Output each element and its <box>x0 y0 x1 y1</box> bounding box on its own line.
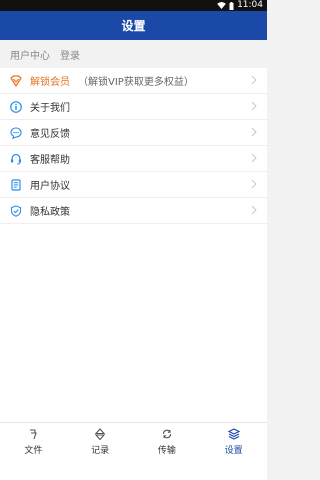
shield-icon <box>10 204 22 217</box>
file-tab-icon <box>26 427 40 441</box>
headset-icon <box>10 153 22 165</box>
wifi-icon <box>217 2 226 9</box>
tab-label: 文件 <box>24 446 43 456</box>
menu-item-label: 客服帮助 <box>30 155 70 166</box>
document-icon <box>10 178 22 191</box>
menu-item-feedback[interactable]: 意见反馈 <box>0 120 267 146</box>
user-center-label: 用户中心 <box>10 50 50 62</box>
menu-item-privacy-policy[interactable]: 隐私政策 <box>0 198 267 224</box>
chevron-right-icon <box>251 75 257 85</box>
menu-item-unlock-vip[interactable]: 解锁会员 （解锁VIP获取更多权益） <box>0 68 267 94</box>
chevron-right-icon <box>251 101 257 111</box>
menu-item-subtitle: （解锁VIP获取更多权益） <box>78 77 194 88</box>
login-link[interactable]: 登录 <box>60 47 80 62</box>
chevron-right-icon <box>251 153 257 163</box>
page-title: 设置 <box>121 19 146 33</box>
chat-bubble-icon <box>10 126 22 139</box>
menu-item-label: 意见反馈 <box>30 129 70 140</box>
vip-badge-icon <box>10 74 22 87</box>
record-tab-icon <box>93 427 107 441</box>
menu-item-user-agreement[interactable]: 用户协议 <box>0 172 267 198</box>
bottom-tab-bar: 文件 记录 传输 设置 <box>0 422 267 480</box>
tab-label: 传输 <box>157 446 176 456</box>
tab-files[interactable]: 文件 <box>0 423 67 480</box>
tab-settings[interactable]: 设置 <box>200 423 267 480</box>
content-blank-area <box>0 224 267 422</box>
chevron-right-icon <box>251 179 257 189</box>
transfer-tab-icon <box>160 427 174 441</box>
menu-item-about-us[interactable]: 关于我们 <box>0 94 267 120</box>
menu-item-customer-help[interactable]: 客服帮助 <box>0 146 267 172</box>
chevron-right-icon <box>251 127 257 137</box>
menu-item-label: 解锁会员 <box>30 77 70 88</box>
page-header: 设置 <box>0 11 267 40</box>
status-time: 11:04 <box>237 0 263 10</box>
menu-item-label: 关于我们 <box>30 103 70 114</box>
status-bar: 11:04 <box>0 0 267 11</box>
menu-item-label: 隐私政策 <box>30 207 70 218</box>
chevron-right-icon <box>251 205 257 215</box>
tab-label: 记录 <box>91 446 110 456</box>
user-center-section: 用户中心 登录 <box>0 40 267 68</box>
menu-item-label: 用户协议 <box>30 181 70 192</box>
tab-transfer[interactable]: 传输 <box>134 423 201 480</box>
battery-icon <box>229 1 234 10</box>
tab-records[interactable]: 记录 <box>67 423 134 480</box>
settings-tab-icon <box>227 427 241 441</box>
tab-label: 设置 <box>224 446 243 456</box>
settings-menu: 解锁会员 （解锁VIP获取更多权益） 关于我们 意见反馈 客服帮助 用户协议 隐… <box>0 68 267 224</box>
info-icon <box>10 100 22 113</box>
